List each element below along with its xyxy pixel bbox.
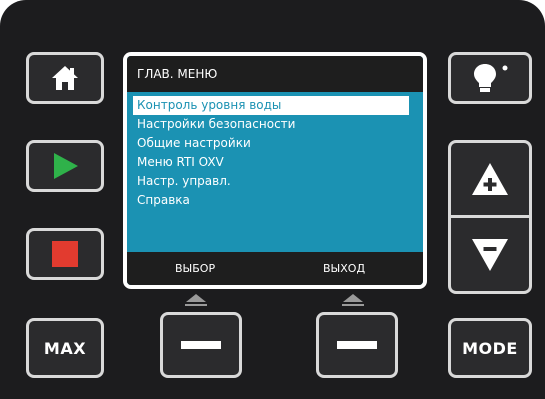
softkey-left-label: ВЫБОР <box>175 262 216 275</box>
softkey-left-button[interactable] <box>160 312 242 378</box>
menu-item-help[interactable]: Справка <box>133 191 409 210</box>
home-button[interactable] <box>26 52 104 104</box>
play-button[interactable] <box>26 140 104 192</box>
dash-icon <box>181 341 221 349</box>
stop-icon <box>52 241 78 267</box>
up-down-rocker <box>448 140 532 294</box>
dash-icon <box>337 341 377 349</box>
play-icon <box>54 153 78 179</box>
down-button[interactable] <box>451 218 529 291</box>
menu-item-control-settings[interactable]: Настр. управл. <box>133 172 409 191</box>
up-button[interactable] <box>451 143 529 215</box>
softkey-bar: ВЫБОР ВЫХОД <box>127 252 423 285</box>
arrow-up-plus-icon <box>472 163 508 195</box>
arrow-down-minus-icon <box>472 238 508 271</box>
mode-button-label: MODE <box>462 338 518 358</box>
softkey-right-indicator-line <box>342 304 364 306</box>
main-menu: Контроль уровня воды Настройки безопасно… <box>133 96 409 210</box>
lcd-display: ГЛАВ. МЕНЮ Контроль уровня воды Настройк… <box>123 52 427 289</box>
softkey-right-button[interactable] <box>316 312 398 378</box>
softkey-left-indicator <box>186 294 206 302</box>
mode-button[interactable]: MODE <box>448 318 532 378</box>
menu-item-safety-settings[interactable]: Настройки безопасности <box>133 115 409 134</box>
softkey-right-label: ВЫХОД <box>323 262 366 275</box>
light-button[interactable] <box>448 52 532 104</box>
menu-item-water-level[interactable]: Контроль уровня воды <box>133 96 409 115</box>
screen-area: ГЛАВ. МЕНЮ Контроль уровня воды Настройк… <box>127 56 423 285</box>
control-panel: MAX ГЛАВ. МЕНЮ Контроль уровня воды Наст… <box>0 0 545 399</box>
stop-button[interactable] <box>26 228 104 280</box>
home-icon <box>52 66 78 90</box>
menu-item-rti-oxv[interactable]: Меню RTI OXV <box>133 153 409 172</box>
bulb-icon <box>474 64 508 92</box>
softkey-left-indicator-line <box>185 304 207 306</box>
screen-title: ГЛАВ. МЕНЮ <box>127 56 423 92</box>
max-button[interactable]: MAX <box>26 318 104 378</box>
menu-item-general-settings[interactable]: Общие настройки <box>133 134 409 153</box>
softkey-right-indicator <box>343 294 363 302</box>
max-button-label: MAX <box>43 338 87 358</box>
